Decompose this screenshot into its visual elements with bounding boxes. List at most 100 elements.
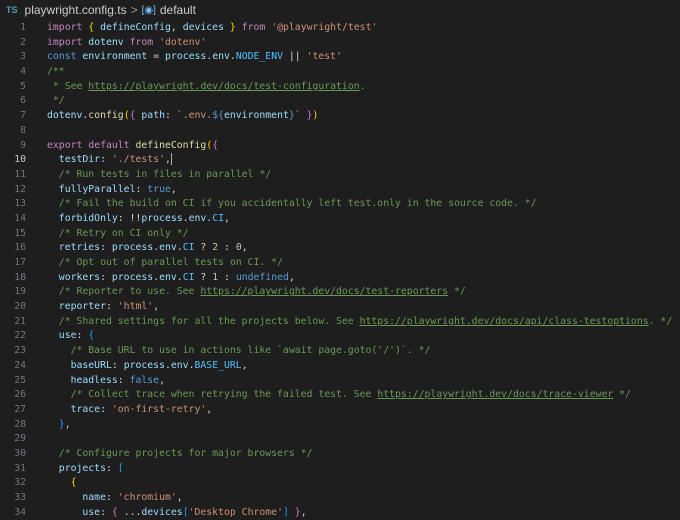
code-token: trace [70, 403, 101, 415]
chevron-right-icon: > [130, 3, 138, 17]
code-token: ${ [212, 110, 224, 122]
code-token: defineConfig [100, 22, 171, 33]
code-token: defineConfig [135, 139, 207, 151]
code-token: /* Fail the build on CI if you accidenta… [58, 198, 537, 210]
code-text: /** [47, 65, 65, 80]
code-token: : [105, 301, 118, 313]
code-token: /* Run tests in files in parallel */ [58, 168, 272, 180]
code-text: /* Reporter to use. See https://playwrig… [47, 285, 466, 300]
code-line[interactable]: 18 workers: process.env.CI ? 1 : undefin… [0, 271, 680, 286]
code-token: baseURL [70, 359, 112, 371]
code-line[interactable]: 14 forbidOnly: !!process.env.CI, [0, 212, 680, 227]
code-token: : [100, 506, 112, 518]
code-line[interactable]: 13 /* Fail the build on CI if you accide… [0, 197, 680, 212]
code-line[interactable]: 2 import dotenv from 'dotenv' [0, 36, 680, 51]
code-line[interactable]: 6 */ [0, 94, 680, 109]
code-line[interactable]: 26 /* Collect trace when retrying the fa… [0, 388, 680, 403]
code-line[interactable]: 31 projects: [ [0, 462, 680, 477]
code-token: : [218, 271, 236, 283]
code-token: use [82, 506, 101, 518]
code-token: path [141, 110, 165, 122]
code-token: env [159, 242, 177, 254]
code-line[interactable]: 22 use: { [0, 329, 680, 344]
code-line[interactable]: 32 { [0, 476, 680, 491]
code-text: export default defineConfig({ [47, 139, 218, 154]
code-line[interactable]: 1 import { defineConfig, devices } from '… [0, 21, 680, 36]
code-token: /* Configure projects for major browsers… [58, 447, 313, 459]
code-token: './tests' [111, 154, 165, 166]
code-token: ) [312, 110, 319, 122]
code-token: [ [117, 462, 124, 474]
code-line[interactable]: 16 retries: process.env.CI ? 2 : 0, [0, 241, 680, 256]
code-token: : [165, 110, 177, 122]
code-text: baseURL: process.env.BASE_URL, [47, 359, 248, 374]
code-line[interactable]: 24 baseURL: process.env.BASE_URL, [0, 359, 680, 374]
code-line[interactable]: 29 [0, 432, 680, 447]
code-token: fullyParallel [58, 183, 136, 195]
code-line[interactable]: 33 name: 'chromium', [0, 491, 680, 506]
code-token: /* Shared settings for all the projects … [58, 315, 360, 327]
code-line[interactable]: 9 export default defineConfig({ [0, 139, 680, 154]
breadcrumb-symbol[interactable]: default [160, 3, 196, 17]
line-number: 2 [20, 36, 26, 48]
line-number: 22 [14, 330, 26, 342]
code-token: projects [58, 462, 106, 474]
line-number: 14 [14, 212, 26, 224]
code-line[interactable]: 4 /** [0, 65, 680, 80]
code-line[interactable]: 7 dotenv.config({ path: `.env.${environme… [0, 109, 680, 124]
code-token: process [111, 242, 154, 254]
code-line[interactable]: 23 /* Base URL to use in actions like `a… [0, 344, 680, 359]
code-token: = [147, 51, 165, 63]
code-token: const [47, 51, 77, 63]
code-line[interactable]: 10 testDir: './tests', [0, 153, 680, 168]
code-line[interactable]: 27 trace: 'on-first-retry', [0, 403, 680, 418]
code-token: CI [212, 212, 224, 224]
code-editor[interactable]: 1 import { defineConfig, devices } from '… [0, 21, 680, 520]
code-token: || [283, 51, 307, 63]
code-token: , [223, 212, 230, 224]
code-token: '@playwright/test' [271, 22, 378, 33]
code-link[interactable]: https://playwright.dev/docs/api/class-te… [360, 316, 649, 327]
code-token: , [176, 492, 183, 503]
code-line[interactable]: 30 /* Configure projects for major brows… [0, 447, 680, 462]
code-line[interactable]: 8 [0, 124, 680, 139]
code-text: /* Base URL to use in actions like `awai… [47, 344, 431, 359]
code-token: */ [613, 389, 631, 401]
line-number: 31 [14, 462, 26, 474]
code-token: env [159, 271, 177, 283]
code-link[interactable]: https://playwright.dev/docs/test-configu… [88, 81, 359, 92]
code-token: true [147, 183, 171, 195]
line-number: 19 [14, 286, 26, 298]
code-token: * See [47, 80, 89, 92]
code-line[interactable]: 5 * See https://playwright.dev/docs/test… [0, 80, 680, 95]
code-line[interactable]: 15 /* Retry on CI only */ [0, 227, 680, 242]
code-link[interactable]: https://playwright.dev/docs/trace-viewer [377, 389, 613, 400]
breadcrumb-file[interactable]: playwright.config.ts [25, 3, 127, 17]
code-line[interactable]: 12 fullyParallel: true, [0, 183, 680, 198]
code-token: default [88, 139, 130, 151]
code-token: testDir [58, 154, 101, 166]
code-text: const environment = process.env.NODE_ENV… [47, 50, 342, 65]
code-line[interactable]: 20 reporter: 'html', [0, 300, 680, 315]
variable-symbol-icon: [◉] [141, 4, 156, 16]
code-line[interactable]: 3 const environment = process.env.NODE_EN… [0, 50, 680, 65]
code-line[interactable]: 21 /* Shared settings for all the projec… [0, 315, 680, 330]
code-line[interactable]: 17 /* Opt out of parallel tests on CI. *… [0, 256, 680, 271]
code-line[interactable]: 34 use: { ...devices['Desktop Chrome'] }… [0, 506, 680, 520]
code-token: process [141, 212, 183, 224]
code-text: /* Collect trace when retrying the faile… [47, 388, 631, 403]
code-line[interactable]: 28 }, [0, 418, 680, 433]
line-number: 27 [14, 403, 26, 415]
code-link[interactable]: https://playwright.dev/docs/test-reporte… [200, 286, 448, 297]
code-line[interactable]: 11 /* Run tests in files in parallel */ [0, 168, 680, 183]
code-line[interactable]: 25 headless: false, [0, 374, 680, 389]
code-line[interactable]: 19 /* Reporter to use. See https://playw… [0, 285, 680, 300]
